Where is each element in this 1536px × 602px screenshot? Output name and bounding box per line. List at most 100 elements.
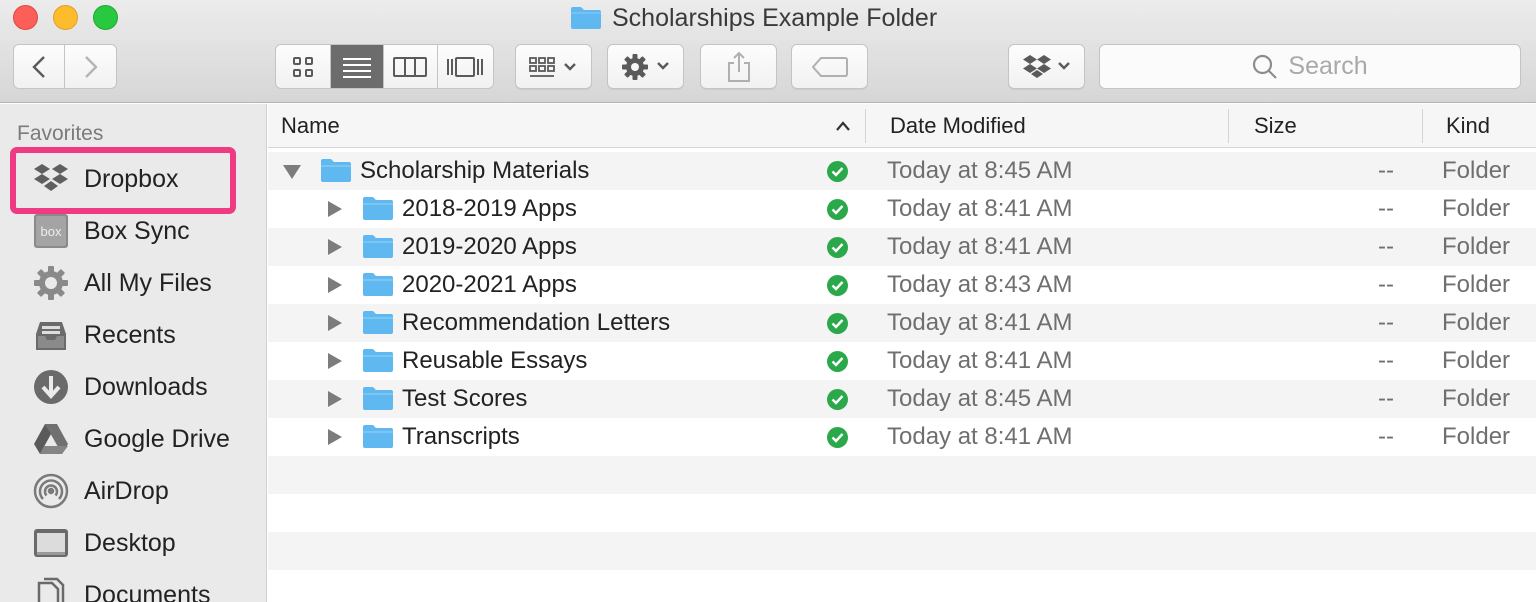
sidebar-item-all-my-files[interactable]: All My Files xyxy=(32,263,212,303)
folder-icon xyxy=(363,349,393,372)
gallery-view-icon xyxy=(447,56,484,77)
list-view-icon xyxy=(343,57,372,78)
search-input[interactable]: Search xyxy=(1099,44,1521,89)
sort-ascending-icon xyxy=(836,121,850,131)
sidebar-item-recents[interactable]: Recents xyxy=(32,315,176,355)
gallery-view-button[interactable] xyxy=(438,45,493,88)
sidebar-item-label: Google Drive xyxy=(84,424,230,453)
window-title: Scholarships Example Folder xyxy=(612,3,938,32)
share-button[interactable] xyxy=(700,44,777,89)
row-size: -- xyxy=(1378,195,1394,222)
window-title-area: Scholarships Example Folder xyxy=(570,3,937,33)
column-header-date-label: Date Modified xyxy=(890,113,1026,138)
row-name: 2020-2021 Apps xyxy=(402,271,577,298)
disclosure-triangle[interactable] xyxy=(328,239,342,255)
table-row[interactable]: Test Scores Today at 8:45 AM -- Folder xyxy=(268,380,1536,418)
icon-view-button[interactable] xyxy=(276,45,332,88)
folder-icon xyxy=(321,159,351,182)
row-name: Reusable Essays xyxy=(402,347,588,374)
table-row[interactable]: Transcripts Today at 8:41 AM -- Folder xyxy=(268,418,1536,456)
sync-complete-icon xyxy=(827,199,848,220)
disclosure-triangle[interactable] xyxy=(328,315,342,331)
sync-complete-icon xyxy=(827,275,848,296)
row-size: -- xyxy=(1378,423,1394,450)
list-view-button[interactable] xyxy=(331,45,384,88)
column-divider[interactable] xyxy=(1422,109,1423,143)
tag-icon xyxy=(811,56,848,77)
sidebar-item-google-drive[interactable]: Google Drive xyxy=(32,419,230,459)
row-name: 2018-2019 Apps xyxy=(402,195,577,222)
row-date: Today at 8:43 AM xyxy=(887,271,1073,298)
sidebar-item-airdrop[interactable]: AirDrop xyxy=(32,471,169,511)
row-name: Scholarship Materials xyxy=(360,157,590,184)
table-row[interactable]: Reusable Essays Today at 8:41 AM -- Fold… xyxy=(268,342,1536,380)
sidebar-item-downloads[interactable]: Downloads xyxy=(32,367,208,407)
column-header-date[interactable]: Date Modified xyxy=(890,104,1220,148)
sync-complete-icon xyxy=(827,313,848,334)
close-window-button[interactable] xyxy=(13,5,38,30)
sidebar-item-label: AirDrop xyxy=(84,476,169,505)
table-row[interactable]: Recommendation Letters Today at 8:41 AM … xyxy=(268,304,1536,342)
sidebar-item-label: Downloads xyxy=(84,372,208,401)
column-header-name[interactable]: Name xyxy=(281,104,865,148)
table-row[interactable]: Scholarship Materials Today at 8:45 AM -… xyxy=(268,152,1536,190)
row-kind: Folder xyxy=(1442,347,1511,374)
sync-complete-icon xyxy=(827,161,848,182)
disclosure-triangle-expanded[interactable] xyxy=(283,165,301,179)
row-size: -- xyxy=(1378,157,1394,184)
arrange-icon xyxy=(528,56,576,77)
disclosure-triangle[interactable] xyxy=(328,201,342,217)
row-kind: Folder xyxy=(1442,309,1511,336)
sync-complete-icon xyxy=(827,237,848,258)
minimize-window-button[interactable] xyxy=(53,5,78,30)
dropbox-icon xyxy=(1022,54,1070,78)
zoom-window-button[interactable] xyxy=(93,5,118,30)
disclosure-triangle[interactable] xyxy=(328,353,342,369)
disclosure-triangle[interactable] xyxy=(328,391,342,407)
table-row[interactable]: 2018-2019 Apps Today at 8:41 AM -- Folde… xyxy=(268,190,1536,228)
search-icon xyxy=(1253,54,1278,79)
sidebar-item-label: Documents xyxy=(84,580,211,602)
column-divider[interactable] xyxy=(1228,109,1229,143)
column-header-size[interactable]: Size xyxy=(1254,104,1414,148)
folder-icon xyxy=(571,7,601,29)
row-kind: Folder xyxy=(1442,195,1511,222)
dropbox-toolbar-button[interactable] xyxy=(1008,44,1085,89)
row-kind: Folder xyxy=(1442,157,1511,184)
sidebar-item-box-sync[interactable]: box Box Sync xyxy=(32,211,190,251)
action-button[interactable] xyxy=(607,44,684,89)
arrange-button[interactable] xyxy=(515,44,592,89)
dropbox-highlight-box xyxy=(10,147,236,214)
column-view-button[interactable] xyxy=(384,45,438,88)
back-button[interactable] xyxy=(14,45,66,88)
folder-icon xyxy=(363,273,393,296)
folder-icon xyxy=(363,425,393,448)
row-name: 2019-2020 Apps xyxy=(402,233,577,260)
table-row[interactable]: 2019-2020 Apps Today at 8:41 AM -- Folde… xyxy=(268,228,1536,266)
table-row[interactable]: 2020-2021 Apps Today at 8:43 AM -- Folde… xyxy=(268,266,1536,304)
forward-button[interactable] xyxy=(65,45,116,88)
sidebar-item-documents[interactable]: Documents xyxy=(32,575,210,602)
column-divider[interactable] xyxy=(865,109,866,143)
row-kind: Folder xyxy=(1442,423,1511,450)
documents-icon xyxy=(32,576,70,602)
downloads-icon xyxy=(32,368,70,406)
tags-button[interactable] xyxy=(791,44,868,89)
sidebar-item-desktop[interactable]: Desktop xyxy=(32,523,176,563)
row-date: Today at 8:45 AM xyxy=(887,385,1073,412)
chevron-left-icon xyxy=(32,55,45,78)
sidebar-item-label: Box Sync xyxy=(84,216,190,245)
disclosure-triangle[interactable] xyxy=(328,277,342,293)
row-size: -- xyxy=(1378,309,1394,336)
recents-icon xyxy=(32,316,70,354)
row-size: -- xyxy=(1378,233,1394,260)
gear-icon xyxy=(621,53,669,80)
nav-buttons xyxy=(13,44,117,89)
folder-icon xyxy=(363,387,393,410)
desktop-icon xyxy=(32,524,70,562)
box-icon: box xyxy=(32,212,70,250)
column-header-kind[interactable]: Kind xyxy=(1446,104,1536,148)
svg-text:box: box xyxy=(41,224,62,239)
empty-row xyxy=(268,494,1536,532)
disclosure-triangle[interactable] xyxy=(328,429,342,445)
